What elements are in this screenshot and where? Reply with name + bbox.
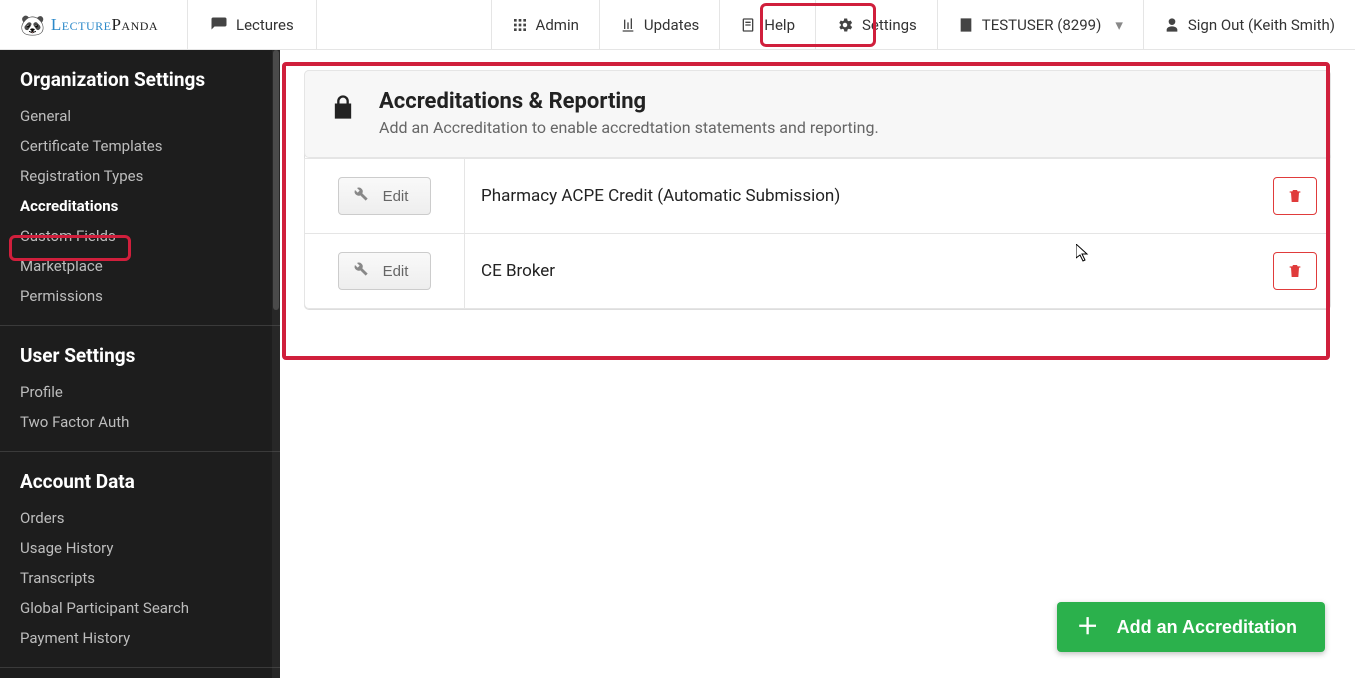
sidebar-item-transcripts[interactable]: Transcripts (0, 563, 280, 593)
sidebar-item-profile[interactable]: Profile (0, 377, 280, 407)
sidebar-item-registration-types[interactable]: Registration Types (0, 161, 280, 191)
sidebar-item-2fa[interactable]: Two Factor Auth (0, 407, 280, 437)
accreditation-name: Pharmacy ACPE Credit (Automatic Submissi… (465, 186, 1260, 206)
row-actions (1260, 177, 1330, 215)
top-nav: 🐼 LecturePanda Lectures Admin Updates He… (0, 0, 1355, 50)
sidebar-item-cert-templates[interactable]: Certificate Templates (0, 131, 280, 161)
panda-icon: 🐼 (20, 15, 45, 35)
sidebar-title-user: User Settings (0, 326, 280, 377)
edit-button[interactable]: Edit (338, 177, 432, 215)
accreditation-name: CE Broker (465, 261, 1260, 281)
nav-lectures-label: Lectures (236, 16, 294, 34)
nav-lectures[interactable]: Lectures (188, 0, 317, 49)
wrench-icon (353, 186, 369, 206)
sidebar-item-payment-history[interactable]: Payment History (0, 623, 280, 653)
nav-user-label: TESTUSER (8299) (982, 16, 1102, 34)
panel-header: Accreditations & Reporting Add an Accred… (304, 70, 1331, 158)
row-edit-cell: Edit (305, 234, 465, 308)
sidebar-item-marketplace[interactable]: Marketplace (0, 251, 280, 281)
sidebar-item-accreditations[interactable]: Accreditations (0, 191, 280, 221)
sidebar-scrollbar[interactable] (272, 50, 280, 678)
sidebar-scroll-thumb[interactable] (273, 50, 279, 310)
row-edit-cell: Edit (305, 159, 465, 233)
updates-icon (620, 17, 636, 33)
user-icon (1164, 17, 1180, 33)
sidebar-item-general[interactable]: General (0, 101, 280, 131)
sidebar: Organization Settings General Certificat… (0, 50, 280, 678)
content: Accreditations & Reporting Add an Accred… (280, 50, 1355, 678)
sidebar-item-global-search[interactable]: Global Participant Search (0, 593, 280, 623)
nav-updates-label: Updates (644, 16, 699, 34)
edit-label: Edit (383, 188, 409, 205)
sidebar-title-webinar: Webinar Integration (0, 668, 280, 678)
sidebar-item-custom-fields[interactable]: Custom Fields (0, 221, 280, 251)
sidebar-item-usage-history[interactable]: Usage History (0, 533, 280, 563)
nav-help[interactable]: Help (720, 0, 816, 49)
fab-label: Add an Accreditation (1117, 617, 1297, 638)
book-icon (740, 17, 756, 33)
panel-title: Accreditations & Reporting (379, 89, 879, 114)
nav-signout-label: Sign Out (Keith Smith) (1188, 16, 1335, 34)
nav-updates[interactable]: Updates (600, 0, 720, 49)
edit-button[interactable]: Edit (338, 252, 432, 290)
sidebar-item-permissions[interactable]: Permissions (0, 281, 280, 311)
nav-settings[interactable]: Settings (816, 0, 938, 49)
grid-icon (512, 17, 528, 33)
main-layout: Organization Settings General Certificat… (0, 50, 1355, 678)
delete-button[interactable] (1273, 252, 1317, 290)
nav-help-label: Help (764, 16, 795, 34)
panel-header-text: Accreditations & Reporting Add an Accred… (379, 89, 879, 137)
sidebar-title-account: Account Data (0, 452, 280, 503)
building-icon (958, 17, 974, 33)
nav-admin-label: Admin (536, 16, 579, 34)
edit-label: Edit (383, 263, 409, 280)
wrench-icon (353, 261, 369, 281)
brand-lecture: Lecture (51, 15, 112, 34)
gears-icon (836, 16, 854, 34)
chevron-down-icon: ▾ (1115, 16, 1123, 34)
add-accreditation-button[interactable]: ＋ Add an Accreditation (1057, 602, 1325, 652)
sidebar-item-orders[interactable]: Orders (0, 503, 280, 533)
brand-panda: Panda (111, 15, 158, 34)
plus-icon: ＋ (1077, 616, 1099, 638)
row-actions (1260, 252, 1330, 290)
nav-user[interactable]: TESTUSER (8299) ▾ (938, 0, 1144, 49)
accreditations-panel: Accreditations & Reporting Add an Accred… (304, 70, 1331, 310)
accreditation-row: Edit Pharmacy ACPE Credit (Automatic Sub… (305, 159, 1330, 234)
nav-spacer (317, 0, 491, 49)
brand-text: LecturePanda (51, 15, 158, 35)
nav-signout[interactable]: Sign Out (Keith Smith) (1144, 0, 1355, 49)
sidebar-title-org: Organization Settings (0, 50, 280, 101)
panel-subtitle: Add an Accreditation to enable accredtat… (379, 118, 879, 137)
speech-icon (210, 16, 228, 34)
nav-admin[interactable]: Admin (491, 0, 600, 49)
delete-button[interactable] (1273, 177, 1317, 215)
accreditation-rows: Edit Pharmacy ACPE Credit (Automatic Sub… (304, 158, 1331, 309)
nav-settings-label: Settings (862, 16, 917, 34)
lock-icon (329, 93, 357, 128)
accreditation-row: Edit CE Broker (305, 234, 1330, 308)
brand-logo[interactable]: 🐼 LecturePanda (0, 0, 188, 49)
